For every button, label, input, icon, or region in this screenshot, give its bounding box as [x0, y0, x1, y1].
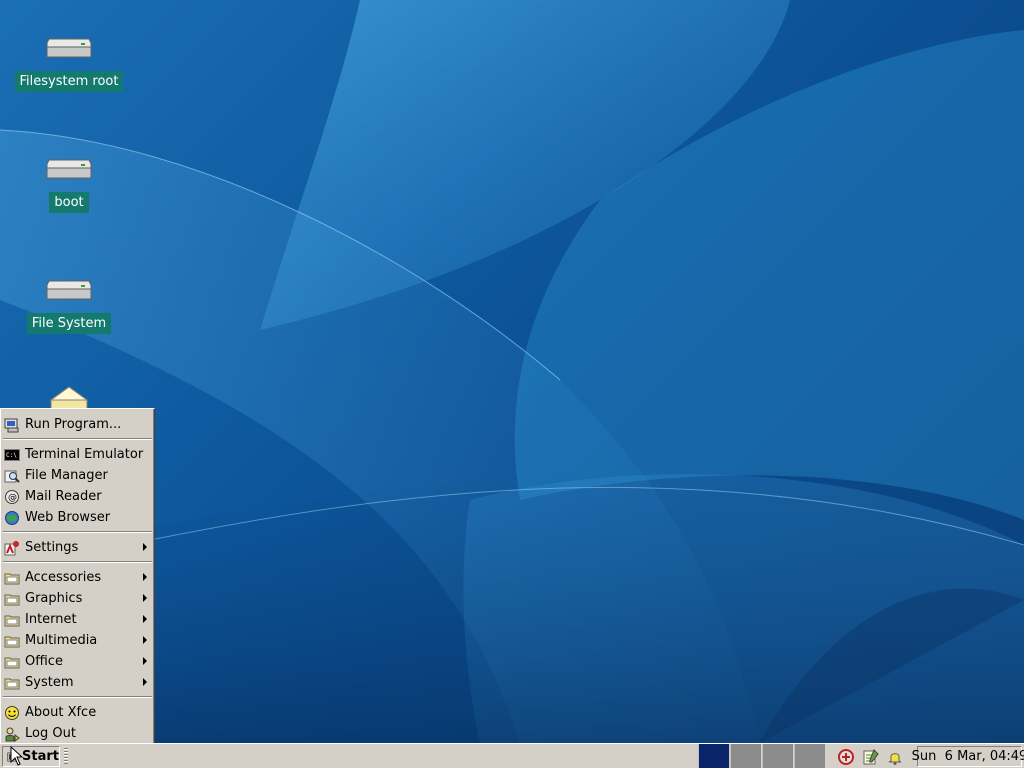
desktop-icon-filesystem-root[interactable]: Filesystem root	[14, 35, 124, 92]
folder-icon	[4, 636, 20, 647]
submenu-arrow-icon	[143, 594, 147, 602]
folder-icon	[4, 678, 20, 689]
menu-item-terminal-emulator[interactable]: C:\ Terminal Emulator	[2, 444, 153, 465]
folder-icon	[4, 573, 20, 584]
menu-item-office[interactable]: Office	[2, 651, 153, 672]
menu-item-settings[interactable]: Settings	[2, 537, 153, 558]
menu-item-label: Web Browser	[25, 510, 111, 525]
submenu-arrow-icon	[143, 615, 147, 623]
menu-item-accessories[interactable]: Accessories	[2, 567, 153, 588]
network-tray-icon[interactable]	[837, 748, 855, 766]
settings-icon	[4, 540, 19, 555]
submenu-arrow-icon	[143, 543, 147, 551]
folder-icon	[4, 657, 20, 668]
menu-item-graphics[interactable]: Graphics	[2, 588, 153, 609]
run-icon	[4, 418, 19, 432]
clock[interactable]: Sun 6 Mar, 04:49	[912, 746, 1024, 767]
folder-icon	[4, 615, 20, 626]
menu-item-system[interactable]: System	[2, 672, 153, 693]
menu-item-label: System	[25, 675, 74, 690]
menu-item-run-program[interactable]: Run Program...	[2, 414, 153, 435]
menu-item-mail-reader[interactable]: @ Mail Reader	[2, 486, 153, 507]
menu-item-label: Mail Reader	[25, 489, 102, 504]
start-menu: Run Program... C:\ Terminal Emulator Fil…	[0, 408, 155, 747]
submenu-arrow-icon	[143, 657, 147, 665]
workspace-4-button[interactable]	[794, 744, 825, 768]
notes-tray-icon[interactable]	[862, 748, 880, 766]
terminal-icon: C:\	[4, 448, 20, 461]
menu-item-file-manager[interactable]: File Manager	[2, 465, 153, 486]
menu-item-label: Multimedia	[25, 633, 98, 648]
start-button-label: Start	[22, 749, 59, 764]
menu-item-about-xfce[interactable]: About Xfce	[2, 702, 153, 723]
menu-item-label: Run Program...	[25, 417, 122, 432]
menu-item-log-out[interactable]: Log Out	[2, 723, 153, 744]
menu-item-label: About Xfce	[25, 705, 97, 720]
submenu-arrow-icon	[143, 573, 147, 581]
menu-item-multimedia[interactable]: Multimedia	[2, 630, 153, 651]
menu-item-label: File Manager	[25, 468, 108, 483]
globe-icon	[5, 510, 19, 525]
desktop-icon-label: Filesystem root	[14, 71, 124, 92]
menu-item-label: Accessories	[25, 570, 102, 585]
menu-item-web-browser[interactable]: Web Browser	[2, 507, 153, 528]
drive-icon	[46, 280, 92, 300]
svg-text:@: @	[8, 493, 17, 503]
menu-item-label: Settings	[25, 540, 79, 555]
desktop-icon-label: boot	[49, 192, 89, 213]
desktop-icon-home[interactable]	[14, 386, 124, 410]
menu-separator	[3, 561, 152, 563]
submenu-arrow-icon	[143, 678, 147, 686]
drive-icon	[46, 159, 92, 179]
folder-icon	[4, 594, 20, 605]
desktop-icon-label: File System	[26, 313, 112, 334]
menu-item-label: Office	[25, 654, 63, 669]
menu-item-label: Terminal Emulator	[25, 447, 144, 462]
mouse-cursor-icon	[10, 746, 24, 766]
menu-item-internet[interactable]: Internet	[2, 609, 153, 630]
desktop-icon-boot[interactable]: boot	[14, 156, 124, 213]
taskbar-grip-handle[interactable]	[64, 748, 68, 764]
menu-item-label: Log Out	[25, 726, 76, 741]
smiley-icon	[5, 705, 19, 720]
bell-tray-icon[interactable]	[886, 748, 904, 766]
logout-icon	[5, 727, 20, 742]
folder-icon	[49, 386, 89, 410]
file-manager-icon	[4, 470, 20, 483]
submenu-arrow-icon	[143, 636, 147, 644]
menu-item-label: Internet	[25, 612, 77, 627]
workspace-3-button[interactable]	[762, 744, 793, 768]
menu-separator	[3, 438, 152, 440]
clock-text: Sun 6 Mar, 04:49	[911, 749, 1024, 764]
mail-icon: @	[5, 489, 19, 504]
drive-icon	[46, 38, 92, 58]
menu-item-label: Graphics	[25, 591, 83, 606]
menu-separator	[3, 696, 152, 698]
desktop-icon-file-system[interactable]: File System	[14, 277, 124, 334]
svg-text:C:\: C:\	[6, 452, 17, 459]
workspace-1-button[interactable]	[698, 744, 729, 768]
menu-separator	[3, 531, 152, 533]
taskbar: Start Sun 6 Mar, 04:49	[0, 743, 1024, 768]
workspace-2-button[interactable]	[730, 744, 761, 768]
